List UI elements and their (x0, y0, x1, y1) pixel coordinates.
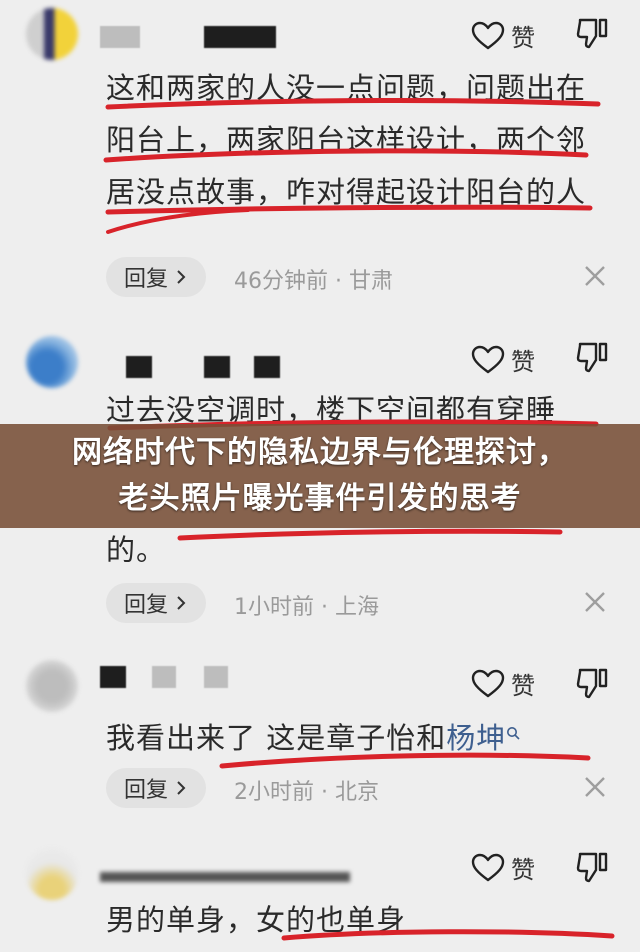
like-label: 赞 (511, 24, 535, 52)
thumbs-down-icon[interactable] (576, 850, 610, 884)
username-redacted[interactable] (100, 864, 360, 886)
like-button[interactable]: 赞 (471, 850, 535, 885)
reply-label: 回复 (124, 778, 169, 803)
thumbs-down-icon[interactable] (576, 340, 610, 374)
avatar[interactable] (26, 336, 78, 388)
username-redacted[interactable] (100, 356, 300, 378)
reply-label: 回复 (124, 593, 169, 618)
comment-meta: 2小时前 · 北京 (234, 780, 379, 805)
comment-item: 赞 我看出来了 这是章子怡和杨坤 回复 2小时前 · 北京 (0, 640, 640, 830)
search-link[interactable]: 杨坤 (446, 721, 506, 755)
comment-text: 我看出来了 这是章子怡和杨坤 (106, 712, 606, 764)
avatar[interactable] (26, 8, 78, 60)
comment-footer: 回复 1小时前 · 上海 (106, 583, 610, 623)
thumbs-up-icon (471, 853, 505, 881)
avatar[interactable] (26, 848, 78, 900)
comment-meta: 1小时前 · 上海 (234, 595, 379, 620)
thumbs-down-icon[interactable] (576, 666, 610, 700)
like-button[interactable]: 赞 (471, 666, 535, 701)
thumbs-up-icon (471, 345, 505, 373)
close-icon[interactable] (580, 587, 610, 617)
comment-item: 赞 这和两家的人没一点问题，问题出在阳台上，两家阳台这样设计，两个邻居没点故事，… (0, 0, 640, 300)
reply-button[interactable]: 回复 (106, 257, 207, 297)
comment-text-line: 的。 (106, 533, 167, 567)
chevron-right-icon (177, 596, 186, 610)
like-label: 赞 (511, 348, 535, 376)
like-label: 赞 (511, 672, 535, 700)
comment-item: 赞 男的单身，女的也单身 (0, 830, 640, 952)
reply-label: 回复 (124, 267, 169, 292)
close-icon[interactable] (580, 261, 610, 291)
banner-title-line2: 老头照片曝光事件引发的思考 (118, 481, 522, 516)
thumbs-down-icon[interactable] (576, 16, 610, 50)
reply-button[interactable]: 回复 (106, 768, 207, 808)
like-button[interactable]: 赞 (471, 18, 535, 53)
avatar[interactable] (26, 660, 78, 712)
search-icon[interactable] (506, 726, 520, 740)
title-banner: 网络时代下的隐私边界与伦理探讨， 老头照片曝光事件引发的思考 (0, 424, 640, 528)
banner-title-line1: 网络时代下的隐私边界与伦理探讨， (72, 435, 568, 470)
comment-text: 这和两家的人没一点问题，问题出在阳台上，两家阳台这样设计，两个邻居没点故事，咋对… (106, 71, 587, 209)
close-icon[interactable] (580, 772, 610, 802)
comment-footer: 回复 46分钟前 · 甘肃 (106, 257, 610, 297)
comment-footer: 回复 2小时前 · 北京 (106, 768, 610, 808)
reply-button[interactable]: 回复 (106, 583, 207, 623)
like-button[interactable]: 赞 (471, 342, 535, 377)
comment-text-body: 我看出来了 这是章子怡和 (106, 721, 447, 755)
like-label: 赞 (511, 856, 535, 884)
username-redacted[interactable] (100, 666, 300, 688)
chevron-right-icon (177, 270, 186, 284)
comment-text: 男的单身，女的也单身 (106, 903, 407, 937)
thumbs-up-icon (471, 21, 505, 49)
username-redacted[interactable] (100, 26, 300, 48)
chevron-right-icon (177, 781, 186, 795)
comment-meta: 46分钟前 · 甘肃 (234, 269, 393, 294)
thumbs-up-icon (471, 669, 505, 697)
